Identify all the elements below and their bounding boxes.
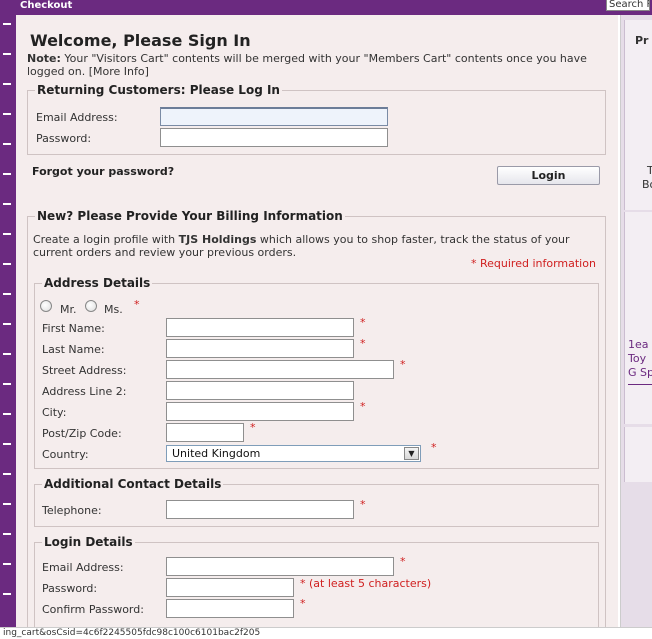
mr-label: Mr.	[60, 303, 77, 316]
sidebar-text: T	[647, 164, 652, 177]
billing-intro: Create a login profile with TJS Holdings…	[33, 233, 593, 259]
rail-tick	[3, 593, 11, 595]
intro-text: Create a login profile with	[33, 233, 179, 246]
right-sidebar: Pr T Bo 1ea Toy G Sp	[620, 15, 652, 627]
first-name-field[interactable]	[166, 318, 354, 337]
required-mark: *	[360, 400, 366, 413]
rail-tick	[3, 203, 11, 205]
street-address-label: Street Address:	[42, 364, 127, 377]
required-mark: *	[431, 441, 437, 454]
login-details-legend: Login Details	[44, 535, 133, 549]
last-name-field[interactable]	[166, 339, 354, 358]
rail-tick	[3, 293, 11, 295]
sidebar-heading: Pr	[635, 34, 649, 47]
note-label: Note:	[27, 52, 61, 65]
country-select[interactable]: United Kingdom ▼	[166, 445, 421, 462]
rail-tick	[3, 173, 11, 175]
rail-tick	[3, 323, 11, 325]
required-info-note: * Required information	[471, 257, 596, 270]
street-address-field[interactable]	[166, 360, 394, 379]
page-title: Welcome, Please Sign In	[30, 31, 251, 50]
required-mark: *	[360, 498, 366, 511]
address-legend: Address Details	[44, 276, 151, 290]
rail-tick	[3, 83, 11, 85]
ms-label: Ms.	[104, 303, 123, 316]
rail-tick	[3, 563, 11, 565]
account-email-field[interactable]	[166, 557, 394, 576]
country-selected-value: United Kingdom	[172, 447, 261, 460]
login-email-label: Email Address:	[36, 111, 118, 124]
rail-tick	[3, 353, 11, 355]
rail-tick	[3, 413, 11, 415]
required-mark: *	[250, 421, 256, 434]
rail-tick	[3, 263, 11, 265]
telephone-field[interactable]	[166, 500, 354, 519]
note-text: Your "Visitors Cart" contents will be me…	[27, 52, 587, 78]
address-line2-field[interactable]	[166, 381, 354, 400]
brand-name: TJS Holdings	[178, 233, 257, 246]
postcode-label: Post/Zip Code:	[42, 427, 122, 440]
billing-legend: New? Please Provide Your Billing Informa…	[37, 209, 343, 223]
sidebar-product-link[interactable]: G Sp	[628, 366, 652, 379]
checkout-main: Welcome, Please Sign In Note: Your "Visi…	[16, 15, 618, 639]
last-name-label: Last Name:	[42, 343, 105, 356]
required-mark: *	[400, 555, 406, 568]
required-mark: *	[400, 358, 406, 371]
required-mark: *	[360, 316, 366, 329]
returning-legend: Returning Customers: Please Log In	[37, 83, 280, 97]
rail-tick	[3, 533, 11, 535]
city-field[interactable]	[166, 402, 354, 421]
sidebar-product-link[interactable]: 1ea	[628, 338, 649, 351]
sidebar-box: 1ea Toy G Sp	[624, 212, 652, 424]
sidebar-product-link[interactable]: Toy	[628, 352, 646, 365]
rail-tick	[3, 443, 11, 445]
account-email-label: Email Address:	[42, 561, 124, 574]
telephone-label: Telephone:	[42, 504, 102, 517]
confirm-password-label: Confirm Password:	[42, 603, 144, 616]
status-bar: ing_cart&osCsid=4c6f2245505fdc98c100c610…	[0, 627, 652, 639]
required-mark: *	[300, 597, 306, 610]
account-password-field[interactable]	[166, 578, 294, 597]
address-line2-label: Address Line 2:	[42, 385, 127, 398]
rail-tick	[3, 53, 11, 55]
ms-radio[interactable]	[85, 300, 97, 312]
page-header: Checkout Search P	[0, 0, 652, 15]
country-label: Country:	[42, 448, 89, 461]
required-mark: *	[360, 337, 366, 350]
account-password-label: Password:	[42, 582, 98, 595]
confirm-password-field[interactable]	[166, 599, 294, 618]
rail-tick	[3, 503, 11, 505]
rail-tick	[3, 113, 11, 115]
rail-tick	[3, 143, 11, 145]
postcode-field[interactable]	[166, 423, 244, 442]
sidebar-text: Bo	[642, 178, 652, 191]
divider	[628, 384, 652, 385]
sidebar-box	[624, 427, 652, 482]
rail-tick	[3, 383, 11, 385]
login-password-field[interactable]	[160, 128, 388, 147]
merge-note: Note: Your "Visitors Cart" contents will…	[27, 52, 602, 78]
required-mark: *	[134, 298, 140, 311]
city-label: City:	[42, 406, 67, 419]
chevron-down-icon[interactable]: ▼	[404, 447, 419, 460]
password-hint: * (at least 5 characters)	[300, 577, 432, 590]
sidebar-box: Pr T Bo	[624, 20, 652, 210]
login-email-field[interactable]	[160, 107, 388, 126]
rail-tick	[3, 23, 11, 25]
rail-tick	[3, 233, 11, 235]
login-password-label: Password:	[36, 132, 92, 145]
first-name-label: First Name:	[42, 322, 105, 335]
search-input[interactable]: Search P	[606, 0, 650, 11]
left-rail	[0, 15, 16, 635]
rail-tick	[3, 473, 11, 475]
contact-legend: Additional Contact Details	[44, 477, 222, 491]
header-title: Checkout	[20, 0, 73, 11]
mr-radio[interactable]	[40, 300, 52, 312]
login-button[interactable]: Login	[497, 166, 600, 185]
forgot-password-link[interactable]: Forgot your password?	[32, 165, 174, 178]
